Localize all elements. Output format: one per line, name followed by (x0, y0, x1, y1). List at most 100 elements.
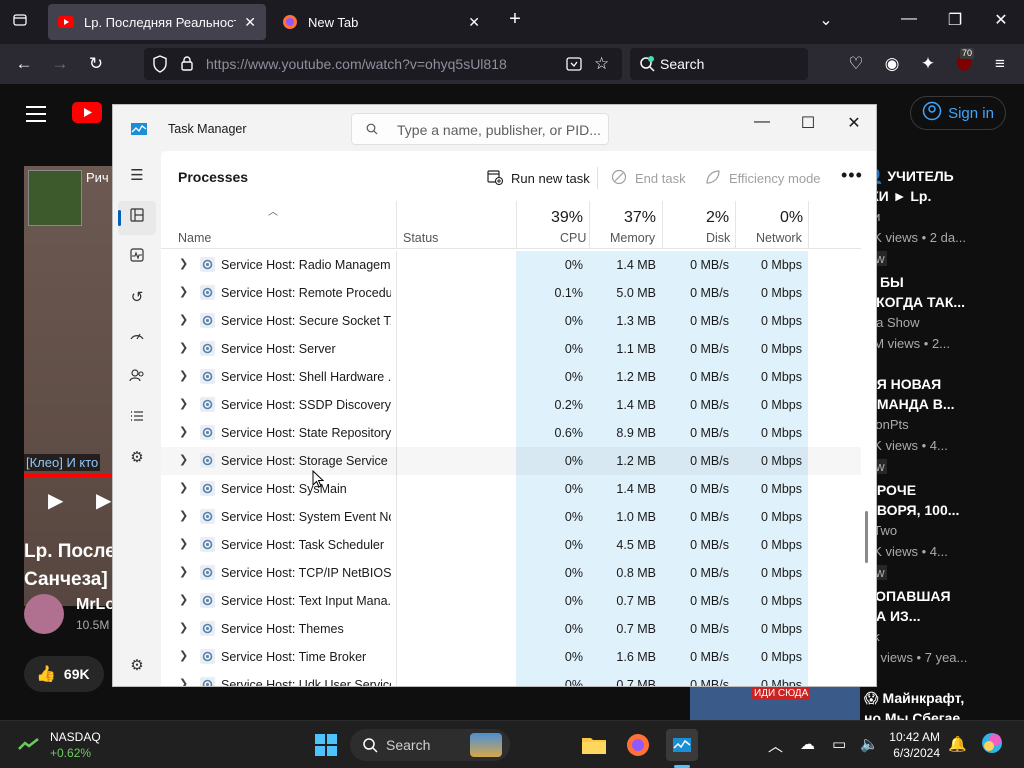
progress-bar[interactable] (24, 474, 124, 477)
process-row[interactable]: ❯ Service Host: Time Broker 0% 1.6 MB 0 MB/s… (161, 643, 861, 671)
network-total-pct[interactable]: 0% (780, 209, 803, 227)
expand-chevron-icon[interactable]: ❯ (179, 677, 188, 686)
url-bar[interactable]: https://www.youtube.com/watch?v=ohyq5sUl… (144, 48, 622, 80)
process-search-input[interactable]: Type a name, publisher, or PID... (351, 113, 609, 145)
performance-icon[interactable] (126, 247, 148, 269)
reload-icon[interactable]: ↻ (86, 54, 106, 74)
onedrive-icon[interactable]: ☁ (800, 735, 815, 753)
startup-apps-icon[interactable] (126, 327, 148, 349)
process-row[interactable]: ❯ Service Host: System Event No... 0% 1.0 M… (161, 503, 861, 531)
related-thumbnail[interactable]: ИДИ СЮДА (690, 686, 860, 720)
end-task-button[interactable]: End task (611, 163, 686, 193)
expand-chevron-icon[interactable]: ❯ (179, 593, 188, 606)
process-row[interactable]: ❯ Service Host: SSDP Discovery 0.2% 1.4 MB 0… (161, 391, 861, 419)
process-row[interactable]: ❯ Service Host: Themes 0% 0.7 MB 0 MB/s 0 Mbp… (161, 615, 861, 643)
expand-chevron-icon[interactable]: ❯ (179, 537, 188, 550)
expand-chevron-icon[interactable]: ❯ (179, 481, 188, 494)
taskbar-search-box[interactable]: Search (350, 729, 510, 761)
expand-chevron-icon[interactable]: ❯ (179, 425, 188, 438)
new-tab-plus-icon[interactable]: + (503, 8, 527, 31)
process-row[interactable]: ❯ Service Host: Task Scheduler 0% 4.5 MB 0 M… (161, 531, 861, 559)
more-options-icon[interactable]: ••• (841, 165, 863, 186)
details-list-icon[interactable] (126, 407, 148, 429)
process-row[interactable]: ❯ Service Host: TCP/IP NetBIOS ... 0% 0.8 M… (161, 559, 861, 587)
process-row[interactable]: ❯ Service Host: Remote Procedu... 0.1% 5.0 … (161, 279, 861, 307)
col-cpu-header[interactable]: CPU (560, 231, 586, 245)
volume-icon[interactable]: 🔈 (860, 735, 879, 753)
related-video-6[interactable]: 😱 Майнкрафт, но Мы Сбегае (864, 688, 964, 720)
sign-in-button[interactable]: Sign in (910, 96, 1006, 130)
lock-icon[interactable] (180, 55, 194, 76)
process-row[interactable]: ❯ Service Host: SysMain 0% 1.4 MB 0 MB/s 0 Mb… (161, 475, 861, 503)
settings-gear-icon[interactable]: ⚙ (126, 655, 148, 677)
col-disk-header[interactable]: Disk (706, 231, 730, 245)
hamburger-menu-icon[interactable]: ☰ (126, 165, 148, 187)
cpu-total-pct[interactable]: 39% (551, 209, 583, 227)
tm-minimize-icon[interactable]: — (747, 113, 777, 131)
list-all-tabs-chevron-icon[interactable]: ⌄ (814, 10, 838, 30)
related-video-4[interactable]: ОРОЧЕОВОРЯ, 100...eTwo0K views • 4...ew (866, 480, 1016, 583)
process-row[interactable]: ❯ Service Host: Storage Service 0% 1.2 MB 0 … (161, 447, 861, 475)
close-window-icon[interactable]: ✕ (989, 10, 1013, 30)
reader-view-icon[interactable] (566, 56, 582, 77)
col-name-header[interactable]: Name (178, 231, 211, 245)
memory-total-pct[interactable]: 37% (624, 209, 656, 227)
related-video-3[interactable]: ОЯ НОВАЯ ОМАНДА В... isonPts 0K views • 4..… (866, 374, 1016, 477)
minimize-icon[interactable]: — (897, 10, 921, 28)
channel-name[interactable]: MrLo (76, 596, 115, 614)
expand-chevron-icon[interactable]: ❯ (179, 341, 188, 354)
expand-chevron-icon[interactable]: ❯ (179, 369, 188, 382)
process-row[interactable]: ❯ Service Host: Shell Hardware ... 0% 1.2 M… (161, 363, 861, 391)
expand-chevron-icon[interactable]: ❯ (179, 649, 188, 662)
expand-chevron-icon[interactable]: ❯ (179, 621, 188, 634)
expand-chevron-icon[interactable]: ❯ (179, 257, 188, 270)
expand-chevron-icon[interactable]: ❯ (179, 285, 188, 298)
network-icon[interactable]: ▭ (832, 735, 846, 753)
tab-new-tab[interactable]: New Tab ✕ (272, 4, 490, 40)
forward-arrow-icon[interactable]: → (50, 54, 70, 74)
process-row[interactable]: ❯ Service Host: Radio Managem... 0% 1.4 MB 0… (161, 251, 861, 279)
process-row[interactable]: ❯ Service Host: State Repository ... 0.6% 8… (161, 419, 861, 447)
expand-chevron-icon[interactable]: ❯ (179, 397, 188, 410)
clock[interactable]: 10:42 AM 6/3/2024 (884, 729, 940, 761)
related-video-2[interactable]: Я БЫ ИКОГДА ТАК... pia Show 5M views • 2... (866, 272, 1016, 354)
copilot-icon[interactable] (978, 729, 1010, 761)
expand-chevron-icon[interactable]: ❯ (179, 565, 188, 578)
processes-icon[interactable] (126, 207, 148, 229)
menu-hamburger-icon[interactable]: ≡ (990, 54, 1010, 74)
close-tab-icon[interactable]: ✕ (244, 14, 256, 31)
col-network-header[interactable]: Network (756, 231, 802, 245)
next-icon[interactable]: ▶ (96, 488, 111, 513)
related-video-5[interactable]: РОПАВШАЯДА ИЗ...dkM views • 7 yea... (866, 586, 1016, 668)
process-row[interactable]: ❯ Service Host: Text Input Mana... 0% 0.7 M… (161, 587, 861, 615)
youtube-menu-icon[interactable] (26, 104, 46, 122)
account-icon[interactable]: ◉ (882, 54, 902, 74)
col-memory-header[interactable]: Memory (610, 231, 655, 245)
disk-total-pct[interactable]: 2% (706, 209, 729, 227)
firefox-app-icon[interactable] (622, 729, 654, 761)
col-status-header[interactable]: Status (403, 231, 438, 245)
close-tab-icon[interactable]: ✕ (468, 14, 480, 31)
vertical-scrollbar[interactable] (865, 511, 868, 563)
channel-avatar[interactable] (24, 594, 64, 634)
expand-chevron-icon[interactable]: ❯ (179, 313, 188, 326)
related-video-1[interactable]: 👤 УЧИТЕЛЬЖИ ► Lp.ни9K views • 2 da...ew (866, 166, 1016, 269)
restore-icon[interactable]: ❐ (943, 10, 967, 30)
tm-close-icon[interactable]: ✕ (839, 113, 869, 133)
process-row[interactable]: ❯ Service Host: Udk User Service... 0% 0.7 … (161, 671, 861, 686)
youtube-logo-icon[interactable] (72, 102, 102, 128)
back-arrow-icon[interactable]: ← (14, 54, 34, 74)
tm-maximize-icon[interactable]: ☐ (793, 113, 823, 133)
process-row[interactable]: ❯ Service Host: Secure Socket T... 0% 1.3 M… (161, 307, 861, 335)
shield-icon[interactable] (152, 55, 168, 78)
efficiency-mode-button[interactable]: Efficiency mode (705, 163, 821, 193)
start-windows-icon[interactable] (310, 729, 342, 761)
extensions-puzzle-icon[interactable]: ✦ (918, 54, 938, 74)
services-icon[interactable]: ⚙ (126, 447, 148, 469)
search-bar[interactable]: Search (630, 48, 808, 80)
notification-bell-icon[interactable]: 🔔 (948, 735, 967, 753)
tab-list-icon[interactable] (8, 12, 32, 33)
tab-youtube[interactable]: Lp. Последняя Реальность #8 ✕ (48, 4, 266, 40)
tray-overflow-chevron-icon[interactable]: ︿ (768, 735, 783, 756)
play-icon[interactable]: ▶ (48, 488, 63, 513)
